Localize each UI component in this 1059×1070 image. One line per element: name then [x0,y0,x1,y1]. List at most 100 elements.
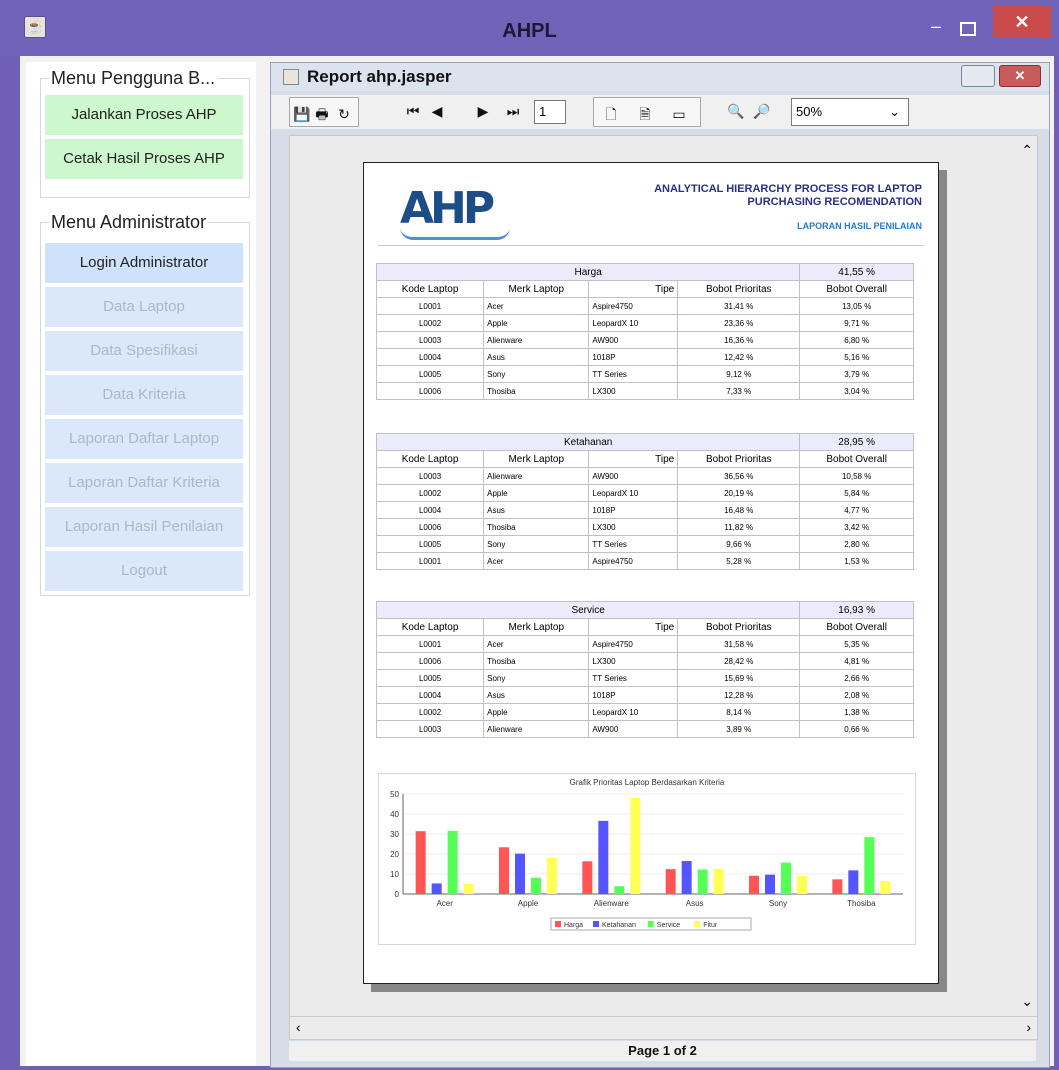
bar-service [781,862,791,894]
col-overall: Bobot Overall [799,280,914,298]
minimize-button[interactable]: – [923,17,949,40]
cell-overall: 5,84 % [799,484,914,502]
legend-label: Ketahanan [602,922,636,929]
restore-button[interactable] [961,65,995,87]
inner-close-button[interactable]: ✕ [999,65,1041,87]
data-laptop-button[interactable]: Data Laptop [45,287,243,327]
legend-label: Harga [564,922,583,929]
criterion-name: Harga [375,263,801,281]
criteria-table-service: Service 16,93 % Kode Laptop Merk Laptop Tip… [375,601,914,738]
laporan-daftar-kriteria-button[interactable]: Laporan Daftar Kriteria [45,463,243,503]
cell-tipe: LeopardX 10 [588,314,679,332]
prev-page-icon[interactable]: ◀ [427,99,447,123]
cell-overall: 13,05 % [799,297,914,315]
cell-tipe: 1018P [588,348,679,366]
laporan-daftar-laptop-button[interactable]: Laporan Daftar Laptop [45,419,243,459]
next-page-icon[interactable]: ▶ [473,99,493,123]
criteria-table-harga: Harga 41,55 % Kode Laptop Merk Laptop Tipe B… [375,263,914,400]
col-kode: Kode Laptop [375,450,485,468]
run-ahp-button[interactable]: Jalankan Proses AHP [45,95,243,135]
bar-ketahanan [848,870,859,894]
bar-service [697,869,708,894]
bar-service [614,886,625,894]
zoom-in-icon[interactable]: 🔍 [725,99,747,123]
bar-harga [665,869,676,894]
print-icon[interactable]: 🖶 [312,102,332,126]
cell-tipe: TT Series [588,669,679,687]
save-icon[interactable]: 💾 [292,102,312,126]
cell-kode: L0003 [375,331,485,349]
data-spesifikasi-button[interactable]: Data Spesifikasi [45,331,243,371]
bar-fitur [797,876,807,894]
heading-line-1: ANALYTICAL HIERARCHY PROCESS FOR LAPTOP [654,183,922,195]
zoom-out-icon[interactable]: 🔎 [751,99,773,123]
sidebar: Menu Pengguna B... Jalankan Proses AHP C… [26,62,256,1066]
cell-prioritas: 9,66 % [677,535,801,553]
col-kode: Kode Laptop [375,280,485,298]
chevron-down-icon: ⌄ [889,104,900,119]
legend-swatch [694,921,701,927]
cell-tipe: LeopardX 10 [588,484,679,502]
scroll-up-icon[interactable]: ⌃ [1021,142,1033,159]
bar-ketahanan [681,861,692,894]
scroll-down-icon[interactable]: ⌄ [1021,993,1033,1010]
logout-button[interactable]: Logout [45,551,243,591]
table-row: L0003 Alienware AW900 3,89 % 0,66 % [375,720,914,738]
y-tick-label: 20 [390,850,399,859]
table-row: L0006 Thosiba LX300 11,82 % 3,42 % [375,518,914,536]
priority-chart: Grafik Prioritas Laptop Berdasarkan Krit… [378,773,916,945]
bar-ketahanan [765,874,775,894]
table-row: L0004 Asus 1018P 12,42 % 5,16 % [375,348,914,366]
page-fit-group: 🗋 🗎 ▭ [593,97,701,127]
cell-tipe: LX300 [588,382,679,400]
cell-overall: 5,35 % [799,635,914,653]
scroll-left-icon[interactable]: ‹ [296,1019,301,1035]
bar-fitur [880,881,891,894]
report-viewport[interactable]: ⌃ ⌄ AHP ANALYTICAL HIERARCHY PROCESS FOR… [289,135,1038,1017]
admin-menu-group: Menu Administrator Login Administrator D… [40,212,250,596]
cell-merk: Asus [483,686,590,704]
criteria-table-ketahanan: Ketahanan 28,95 % Kode Laptop Merk Laptop T… [375,433,914,570]
print-ahp-result-button[interactable]: Cetak Hasil Proses AHP [45,139,243,179]
cell-tipe: 1018P [588,501,679,519]
first-page-icon[interactable]: ⏮ [403,99,423,123]
cell-tipe: AW900 [588,720,679,738]
laporan-hasil-penilaian-button[interactable]: Laporan Hasil Penilaian [45,507,243,547]
cell-tipe: LX300 [588,518,679,536]
cell-kode: L0003 [375,720,485,738]
cell-tipe: 1018P [588,686,679,704]
login-admin-button[interactable]: Login Administrator [45,243,243,283]
col-prioritas: Bobot Prioritas [677,450,801,468]
report-viewer-window: Report ahp.jasper ✕ 💾 🖶 ↻ ⏮ ◀ ▶ ⏭ 1 🗋 🗎 … [270,62,1050,1068]
horizontal-scrollbar[interactable]: ‹ › [289,1016,1038,1040]
close-button[interactable]: ✕ [993,6,1051,38]
fit-page-icon[interactable]: 🗎 [632,102,658,126]
file-tools-group: 💾 🖶 ↻ [289,97,359,127]
scroll-right-icon[interactable]: › [1026,1019,1031,1035]
reload-icon[interactable]: ↻ [334,102,354,126]
bar-fitur [463,884,474,894]
cell-merk: Acer [483,297,590,315]
cell-kode: L0003 [375,467,485,485]
actual-size-icon[interactable]: 🗋 [598,102,624,126]
col-prioritas: Bobot Prioritas [677,280,801,298]
cell-kode: L0002 [375,484,485,502]
cell-overall: 2,08 % [799,686,914,704]
cell-overall: 5,16 % [799,348,914,366]
user-menu-group: Menu Pengguna B... Jalankan Proses AHP C… [40,68,250,198]
table-row: L0001 Acer Aspire4750 31,41 % 13,05 % [375,297,914,315]
col-prioritas: Bobot Prioritas [677,618,801,636]
col-tipe: Tipe [588,618,679,636]
cell-overall: 1,53 % [799,552,914,570]
maximize-button[interactable] [953,18,979,40]
page-number-input[interactable]: 1 [534,100,566,124]
cell-tipe: Aspire4750 [588,635,679,653]
data-kriteria-button[interactable]: Data Kriteria [45,375,243,415]
zoom-select[interactable]: 50% ⌄ [791,98,909,126]
table-row: L0001 Acer Aspire4750 31,58 % 5,35 % [375,635,914,653]
last-page-icon[interactable]: ⏭ [501,99,525,123]
cell-prioritas: 15,69 % [677,669,801,687]
y-tick-label: 0 [395,890,400,899]
fit-width-icon[interactable]: ▭ [666,102,692,126]
cell-overall: 3,04 % [799,382,914,400]
